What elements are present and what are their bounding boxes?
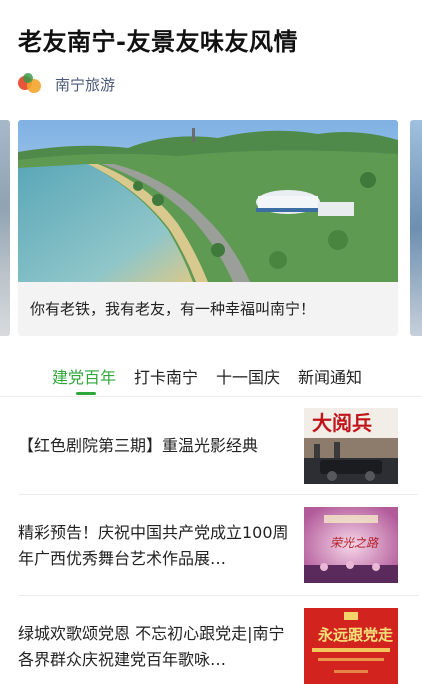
carousel-next-slide-peek[interactable] [410,120,422,336]
svg-text:永远跟党走: 永远跟党走 [317,626,393,644]
category-tabs: 建党百年 打卡南宁 十一国庆 新闻通知 [0,358,422,398]
page-title: 老友南宁-友景友味友风情 [18,28,298,56]
active-tab-indicator [76,392,96,395]
banner-carousel[interactable]: 你有老铁，我有老友，有一种幸福叫南宁！ [0,120,422,336]
city-river-photo [18,120,398,282]
article-title[interactable]: 精彩预告！庆祝中国共产党成立100周年广西优秀舞台艺术作品展… [18,520,294,572]
tab-guoqing[interactable]: 十一国庆 [216,364,280,388]
theater-poster-thumbnail: 大阅兵 [304,408,398,484]
list-divider [18,494,418,495]
source-account[interactable]: 南宁旅游 [18,72,115,96]
red-poster-thumbnail: 永远跟党走 [304,608,398,684]
article-item[interactable]: 绿城欢歌颂党恩 不忘初心跟党走|南宁各界群众庆祝建党百年歌咏… 永远跟党走 [18,608,398,684]
stage-performance-thumbnail: 荣光之路 [304,507,398,583]
tab-jiandang-bainian[interactable]: 建党百年 [52,364,116,388]
list-divider [18,595,418,596]
banner-caption: 你有老铁，我有老友，有一种幸福叫南宁！ [30,300,316,318]
tab-news-notices[interactable]: 新闻通知 [298,364,362,388]
article-item[interactable]: 精彩预告！庆祝中国共产党成立100周年广西优秀舞台艺术作品展… 荣光之路 [18,507,398,595]
article-item[interactable]: 【红色剧院第三期】重温光影经典 大阅兵 [18,408,398,496]
carousel-prev-slide-peek[interactable] [0,120,10,336]
svg-text:荣光之路: 荣光之路 [330,536,379,550]
source-name[interactable]: 南宁旅游 [55,74,115,95]
tab-daka-nanning[interactable]: 打卡南宁 [134,364,198,388]
tabs-divider [0,396,422,397]
banner-slide[interactable]: 你有老铁，我有老友，有一种幸福叫南宁！ [18,120,398,336]
article-title[interactable]: 【红色剧院第三期】重温光影经典 [18,433,294,459]
article-title[interactable]: 绿城欢歌颂党恩 不忘初心跟党走|南宁各界群众庆祝建党百年歌咏… [18,621,294,673]
nanning-tourism-logo-icon [18,73,46,95]
svg-text:大阅兵: 大阅兵 [312,411,372,435]
